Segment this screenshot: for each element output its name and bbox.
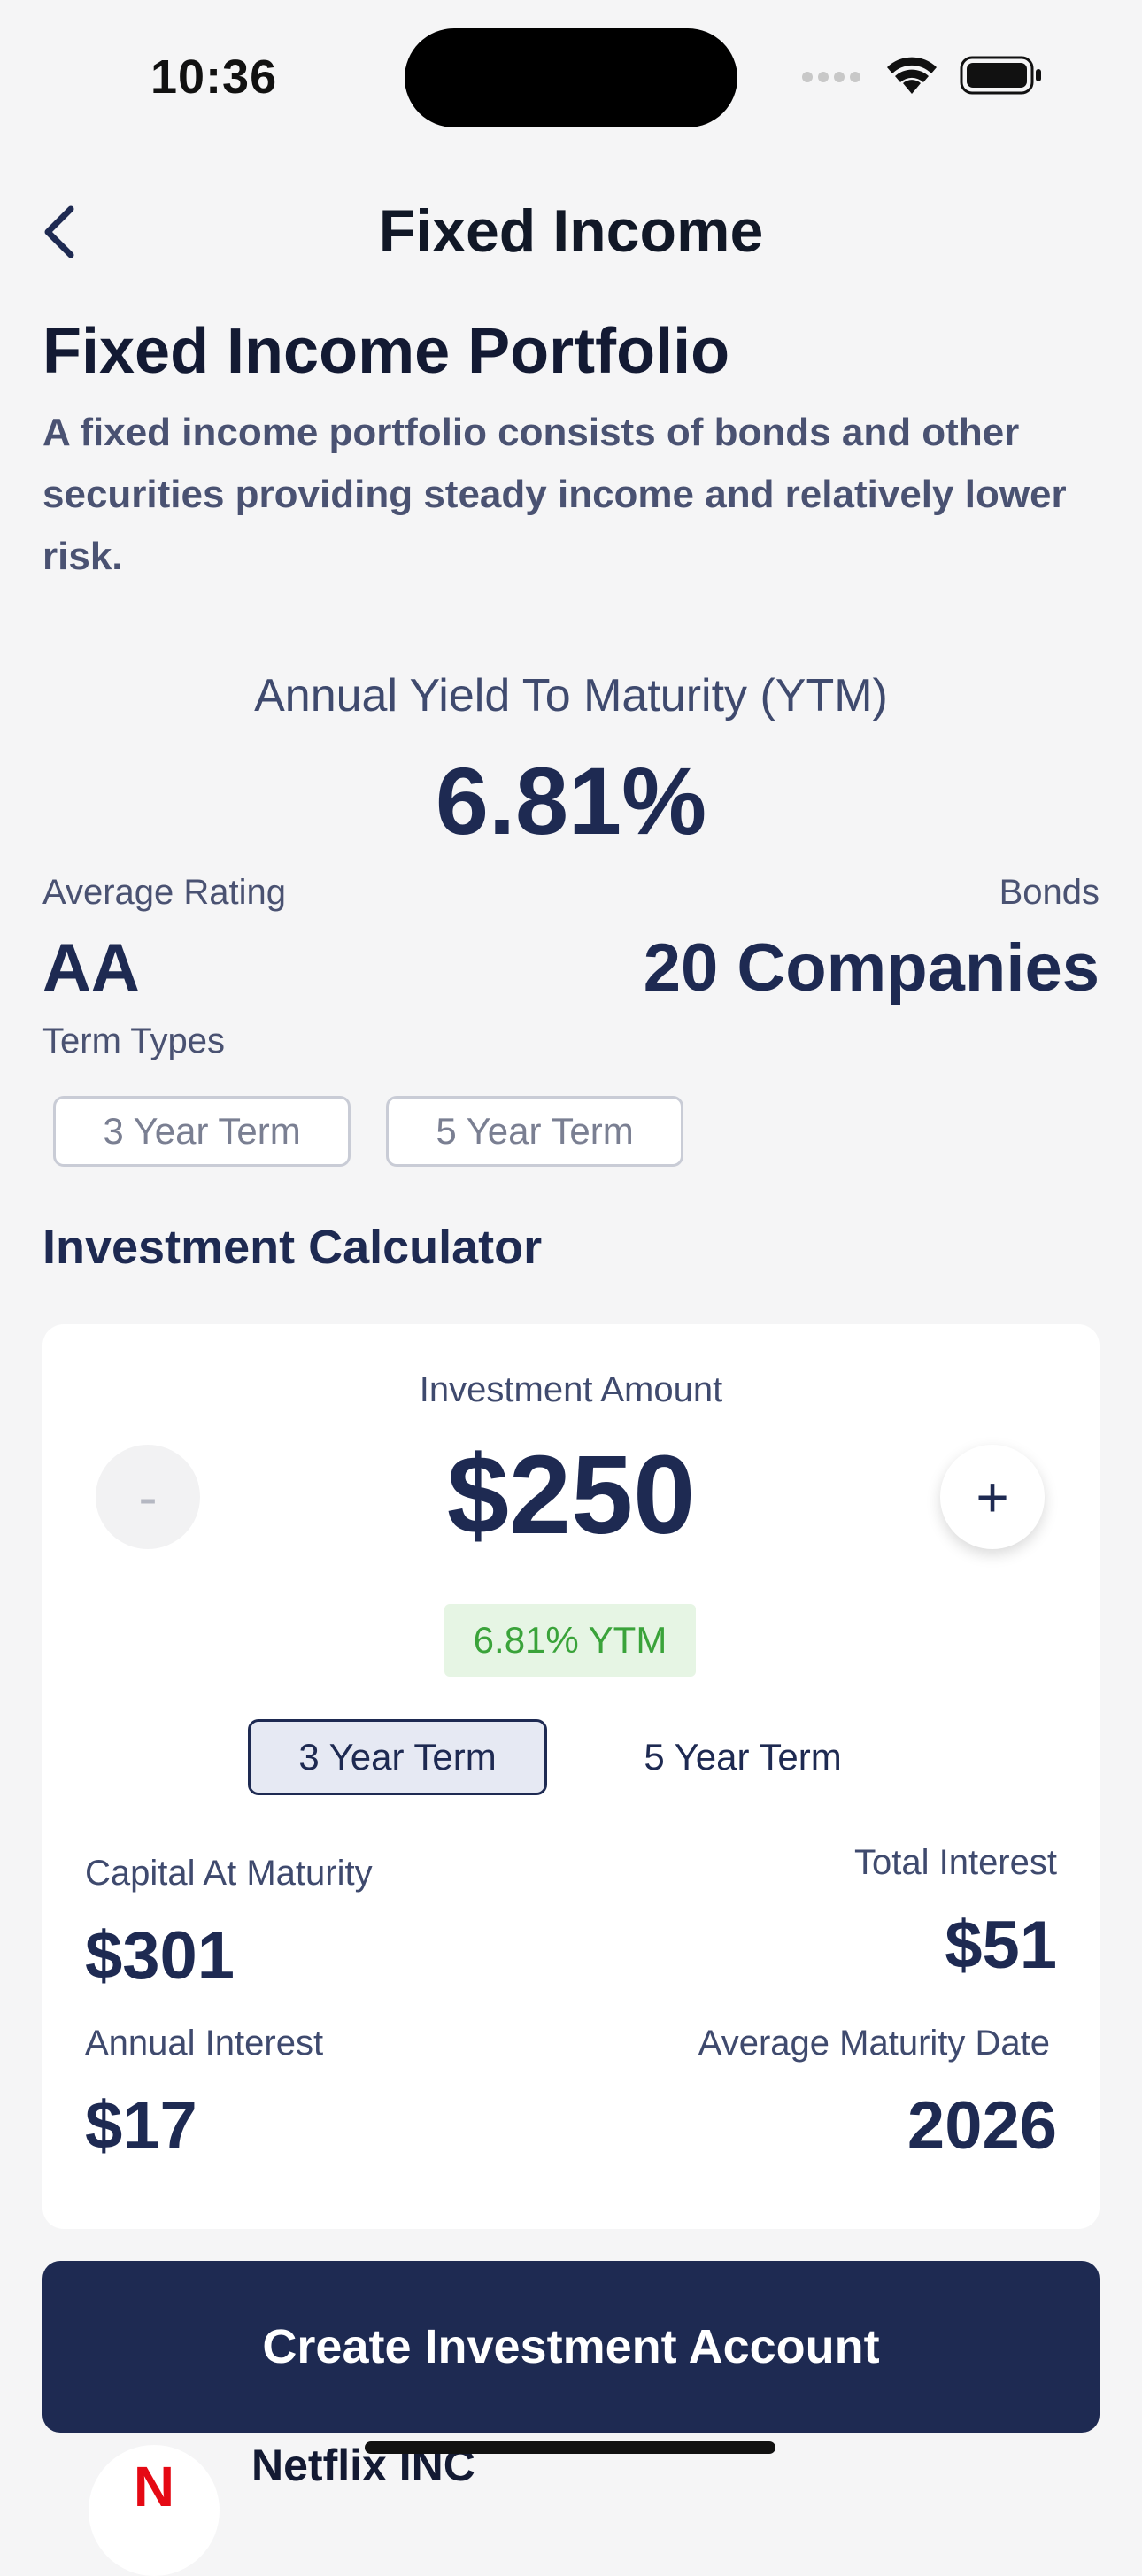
average-rating-value: AA bbox=[42, 930, 140, 1006]
average-maturity-date-label: Average Maturity Date bbox=[698, 2024, 1050, 2063]
chevron-left-icon bbox=[44, 205, 74, 258]
plus-icon: + bbox=[976, 1465, 1009, 1529]
average-maturity-date-value: 2026 bbox=[907, 2088, 1057, 2163]
ytm-label: Annual Yield To Maturity (YTM) bbox=[254, 670, 888, 721]
term-types-label: Term Types bbox=[42, 1022, 225, 1060]
average-rating-label: Average Rating bbox=[42, 873, 286, 912]
calc-term-3-year-tab[interactable]: 3 Year Term bbox=[248, 1719, 547, 1795]
term-type-5-year[interactable]: 5 Year Term bbox=[386, 1096, 683, 1167]
increase-amount-button[interactable]: + bbox=[940, 1445, 1045, 1549]
back-button[interactable] bbox=[35, 197, 89, 267]
dynamic-island bbox=[405, 28, 737, 127]
ytm-badge: 6.81% YTM bbox=[444, 1604, 696, 1677]
ytm-value: 6.81% bbox=[435, 747, 707, 854]
create-investment-account-button[interactable]: Create Investment Account bbox=[42, 2261, 1100, 2433]
bonds-value: 20 Companies bbox=[643, 930, 1100, 1006]
calculator-card: Investment Amount - $250 + 6.81% YTM 3 Y… bbox=[42, 1324, 1100, 2229]
bonds-label: Bonds bbox=[999, 873, 1100, 912]
investment-amount-label: Investment Amount bbox=[419, 1370, 723, 1409]
total-interest-value: $51 bbox=[945, 1908, 1057, 1983]
capital-at-maturity-value: $301 bbox=[85, 1918, 235, 1994]
term-type-3-year[interactable]: 3 Year Term bbox=[53, 1096, 351, 1167]
signal-icon bbox=[800, 66, 864, 89]
annual-interest-value: $17 bbox=[85, 2088, 197, 2163]
battery-icon bbox=[960, 56, 1043, 99]
status-icons bbox=[800, 55, 1043, 100]
status-time: 10:36 bbox=[150, 50, 278, 104]
netflix-logo-letter: N bbox=[133, 2455, 175, 2518]
home-indicator[interactable] bbox=[365, 2441, 775, 2454]
investment-calculator-title: Investment Calculator bbox=[42, 1221, 543, 1274]
wifi-icon bbox=[885, 55, 938, 100]
netflix-logo: N bbox=[89, 2445, 220, 2576]
capital-at-maturity-label: Capital At Maturity bbox=[85, 1854, 373, 1893]
page-title: Fixed Income Portfolio bbox=[42, 316, 730, 387]
portfolio-description: A fixed income portfolio consists of bon… bbox=[42, 411, 1067, 578]
total-interest-label: Total Interest bbox=[853, 1843, 1057, 1882]
nav-title: Fixed Income bbox=[378, 197, 764, 265]
annual-interest-label: Annual Interest bbox=[85, 2024, 324, 2063]
calc-term-5-year-tab[interactable]: 5 Year Term bbox=[593, 1719, 892, 1795]
